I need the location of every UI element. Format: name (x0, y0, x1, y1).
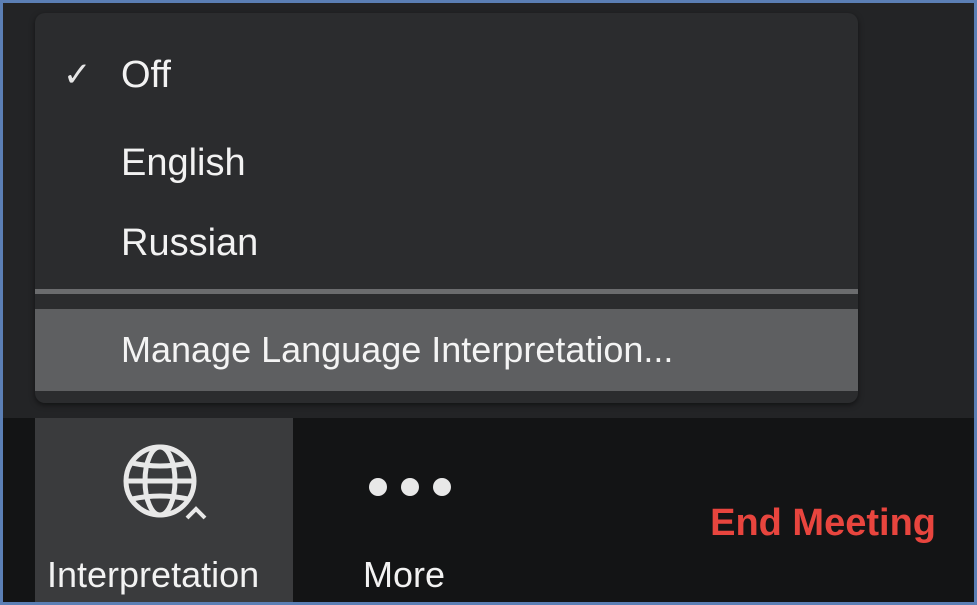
ellipsis-icon (369, 478, 451, 496)
meeting-toolbar: Interpretation More End Meeting (3, 418, 974, 602)
meeting-window: ✓ Off English Russian Manage Language In… (0, 0, 977, 605)
caret-up-icon (185, 506, 207, 520)
more-label: More (363, 554, 446, 595)
menu-item-label: Manage Language Interpretation... (121, 329, 674, 370)
interpretation-button[interactable]: Interpretation (35, 418, 293, 602)
menu-item-label: English (121, 141, 246, 184)
menu-item-manage-interpretation[interactable]: Manage Language Interpretation... (35, 309, 858, 391)
interpretation-menu: ✓ Off English Russian Manage Language In… (35, 13, 858, 403)
menu-item-label: Off (121, 53, 171, 96)
checkmark-icon: ✓ (63, 55, 92, 95)
menu-item-english[interactable]: English (35, 123, 858, 203)
menu-item-off[interactable]: ✓ Off (35, 35, 858, 115)
menu-item-label: Russian (121, 221, 259, 264)
interpretation-label: Interpretation (47, 554, 260, 595)
end-meeting-button[interactable]: End Meeting (710, 502, 936, 545)
more-button[interactable]: More (333, 418, 493, 602)
menu-separator (35, 289, 858, 294)
menu-item-russian[interactable]: Russian (35, 203, 858, 283)
